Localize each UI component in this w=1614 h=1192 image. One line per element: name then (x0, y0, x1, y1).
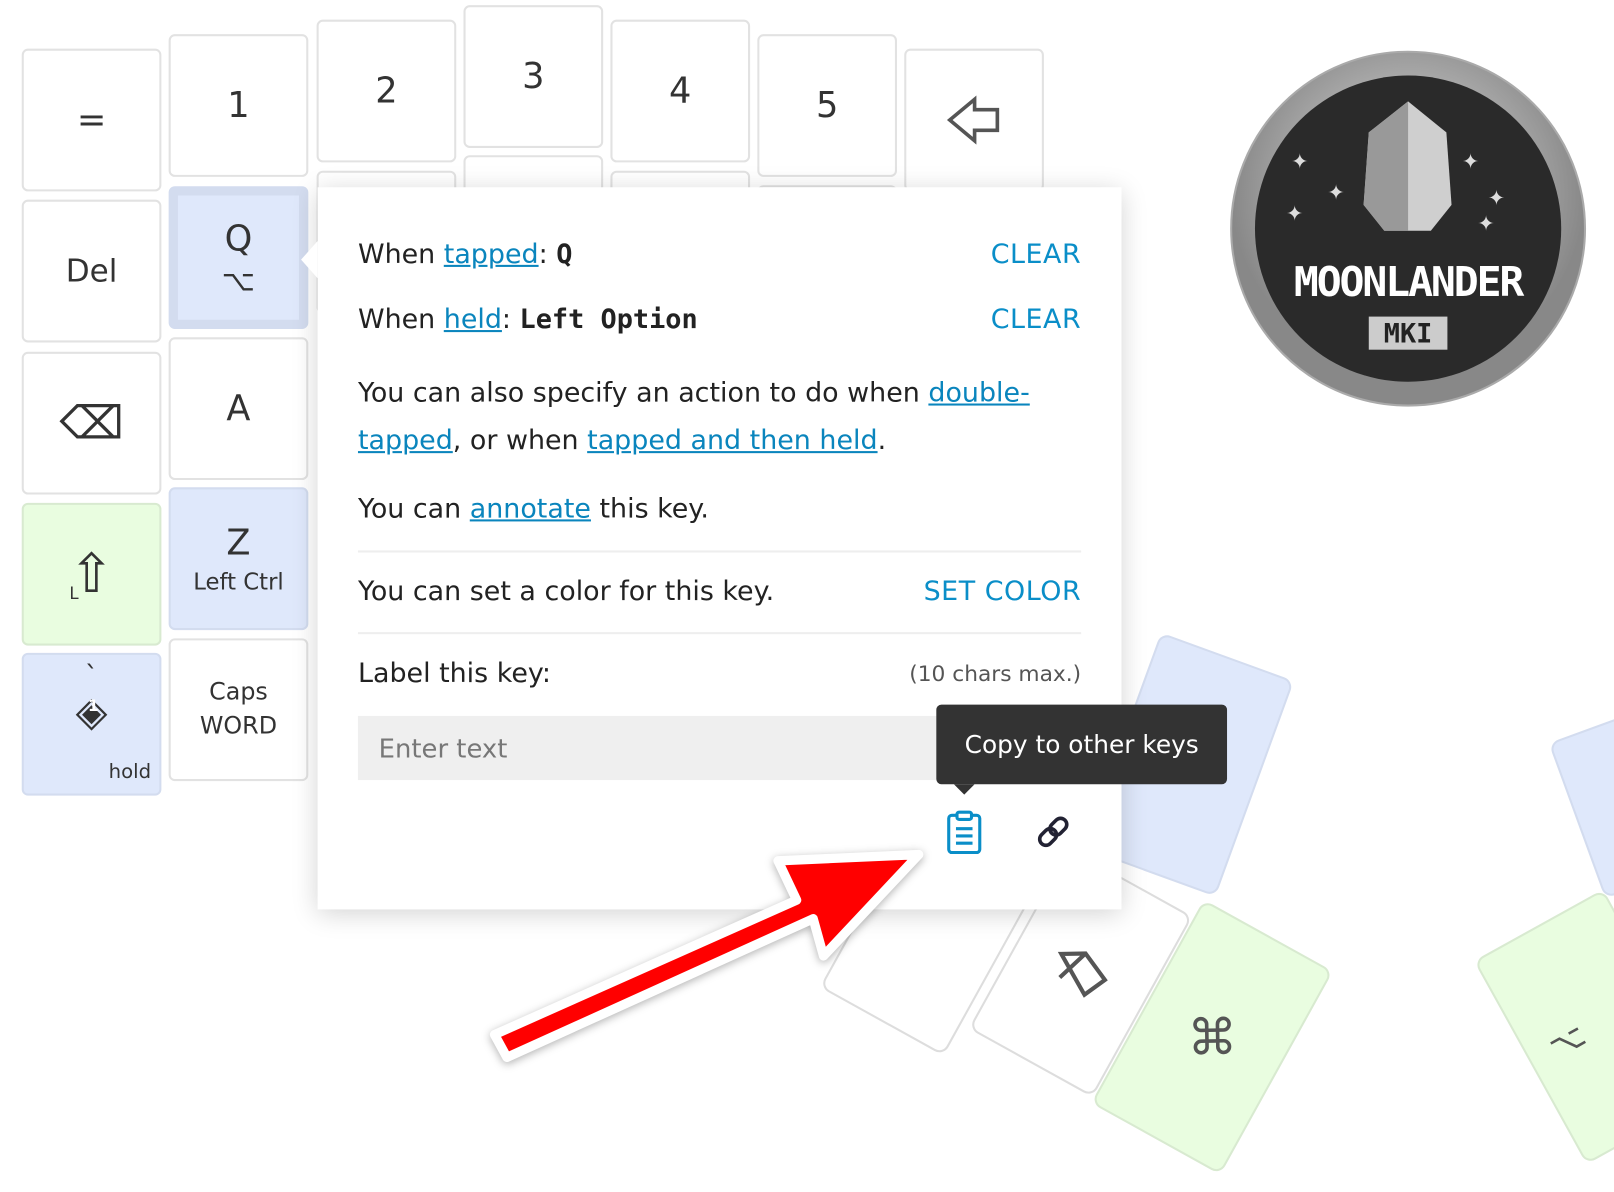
keyboard-configurator: ✦ ✦ ✦ ✦ ✦ ✦ MOONLANDER MKI ⌘ ⌥ = Del ⌫ ⇧ L ` … (0, 0, 1614, 1192)
red-arrow-annotation (489, 849, 924, 1063)
